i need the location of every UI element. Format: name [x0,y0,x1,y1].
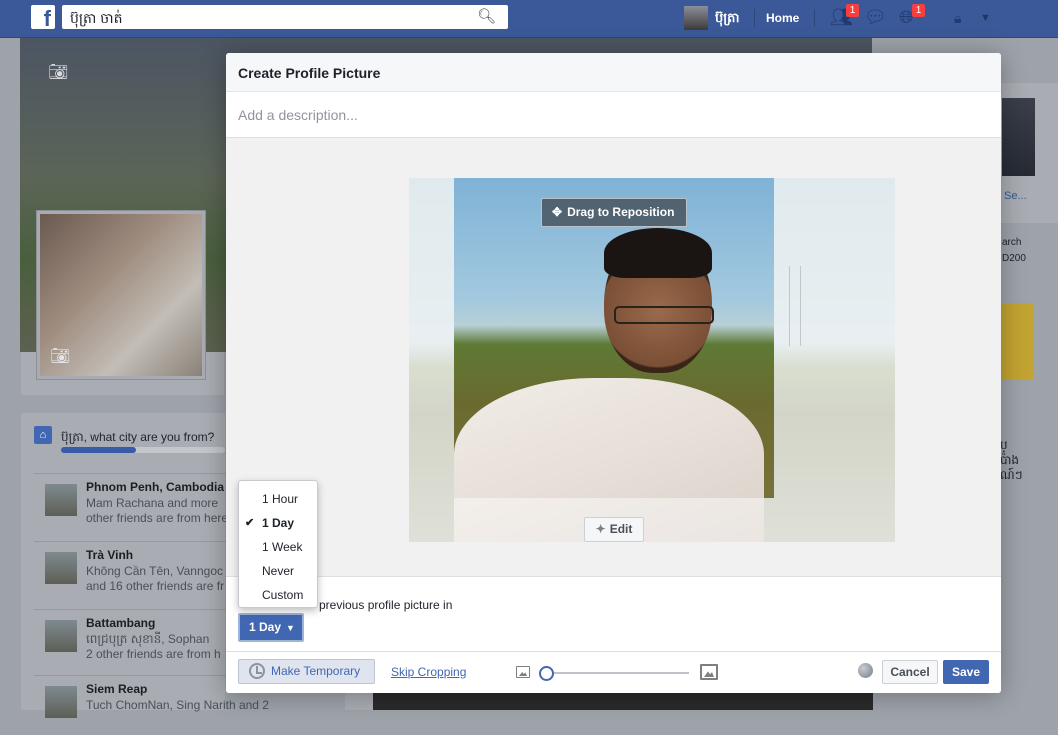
duration-option-label: 1 Week [262,540,303,554]
dialog-header: Create Profile Picture [226,53,1001,92]
city-description: Không Cần Tên, Vanngoc and 16 other frie… [86,564,224,594]
right-column-text-line: ប្ [1000,438,1008,452]
city-suggestion: Trà Vinh Không Cần Tên, Vanngoc and 16 o… [34,541,234,601]
skip-cropping-link[interactable]: Skip Cropping [391,665,466,679]
temporary-text: previous profile picture in [319,598,453,612]
suggested-person-photo [1002,98,1035,176]
duration-option-1-day[interactable]: ✔ 1 Day [239,511,317,535]
city-description: ពេជ្របុត្រ សុខានី, Sophan 2 other friend… [86,632,221,662]
dialog-footer: Make Temporary Skip Cropping Cancel Save [226,651,1001,693]
temporary-settings: previous profile picture in 1 Day ▼ [226,576,1001,651]
sponsored-ad-image [1001,303,1034,380]
city-name: Battambang [86,616,156,630]
city-description-line: Mam Rachana and more [86,496,219,510]
feed-photo [373,692,873,710]
edit-button[interactable]: ✦ Edit [584,517,644,542]
caret-down-icon: ▼ [286,623,295,633]
crop-mask-right [774,178,895,542]
right-column-text: arch D200 [1002,235,1026,267]
city-name: Siem Reap [86,682,148,696]
duration-option-custom[interactable]: Custom [239,583,317,607]
city-suggestion: Phnom Penh, Cambodia Mam Rachana and mor… [34,473,234,533]
cancel-button[interactable]: Cancel [882,660,938,684]
city-thumbnail [45,552,77,584]
facebook-logo[interactable]: f [31,5,55,29]
magic-wand-icon: ✦ [595,522,606,536]
duration-option-1-week[interactable]: 1 Week [239,535,317,559]
zoom-slider-track[interactable] [539,672,689,674]
photo-subject-hair [604,228,712,278]
duration-option-label: Never [262,564,295,578]
account-menu-chevron-icon[interactable]: ▼ [980,12,991,24]
privacy-lock-icon[interactable]: 🔒︎ [954,10,961,27]
move-arrows-icon: ✥ [552,205,563,219]
zoom-in-image-icon[interactable] [700,664,718,680]
duration-dropdown-button[interactable]: 1 Day ▼ [238,613,304,642]
cover-camera-icon: 📷︎ [48,64,69,81]
description-input[interactable] [226,92,1001,138]
messages-icon[interactable]: 💬︎ [864,7,887,28]
globe-icon[interactable] [858,663,873,678]
top-navigation-bar: f ប៊ុត្រា ចាត់ 🔍︎ ប៊ុត្រា Home 👥︎ 1 💬︎ 🌐… [0,0,1058,38]
zoom-slider-handle[interactable] [539,666,554,681]
right-column-khmer-text: ប្ ប៉ាង ណ៍ៗ [1000,438,1023,483]
suggested-person-name: Se... [1004,190,1027,202]
progress-bar [61,447,136,453]
city-suggestion: Siem Reap Tuch ChomNan, Sing Narith and … [34,675,269,735]
duration-option-label: 1 Hour [262,492,299,506]
profile-camera-icon: 📷︎ [50,348,71,365]
home-icon: ⌂ [34,426,52,444]
city-question: ប៊ុត្រា, what city are you from? [61,430,215,444]
divider [754,9,755,27]
drag-to-reposition[interactable]: ✥ Drag to Reposition [541,198,688,227]
drag-label-text: Drag to Reposition [567,205,675,219]
duration-option-1-hour[interactable]: 1 Hour [239,487,317,511]
home-link[interactable]: Home [766,11,799,25]
photo-subject-glasses [614,306,714,324]
city-description-line: ពេជ្របុត្រ សុខានី, Sophan [86,632,210,646]
duration-option-label: Custom [262,588,304,602]
city-description-line: other friends are from here [86,511,229,525]
save-button[interactable]: Save [943,660,989,684]
city-description: Tuch ChomNan, Sing Narith and 2 [86,698,269,713]
user-avatar[interactable] [684,6,708,30]
search-icon[interactable]: 🔍︎ [477,7,496,25]
right-column-text-line: arch [1002,237,1022,248]
city-thumbnail [45,620,77,652]
zoom-out-image-icon[interactable] [516,666,530,678]
checkmark-icon: ✔ [245,517,255,529]
city-description-line: Không Cần Tên, Vanngoc [86,564,223,578]
duration-label: 1 Day [249,620,282,634]
make-temporary-label: Make Temporary [271,664,361,678]
photo-preview[interactable]: ✥ Drag to Reposition ✦ Edit [409,178,895,542]
notifications-badge: 1 [912,4,925,17]
create-profile-picture-dialog: Create Profile Picture ✥ Drag to Repositi… [226,53,1001,693]
right-column-text-line: ប៉ាង [1000,453,1020,467]
right-column-text-line: ណ៍ៗ [1000,468,1023,482]
search-bar[interactable]: ប៊ុត្រា ចាត់ 🔍︎ [62,5,508,29]
dialog-title: Create Profile Picture [238,65,381,81]
city-suggestion: Battambang ពេជ្របុត្រ សុខានី, Sophan 2 o… [34,609,234,669]
clock-icon [249,663,265,679]
divider [814,9,815,27]
city-description: Mam Rachana and more other friends are f… [86,496,228,526]
edit-label: Edit [609,522,633,536]
city-name: Phnom Penh, Cambodia [86,480,225,494]
city-description-line: and 16 other friends are fr [86,579,225,593]
crop-area: ✥ Drag to Reposition ✦ Edit [226,138,1001,576]
profile-link[interactable]: ប៊ុត្រា [715,10,740,29]
city-description-line: Tuch ChomNan, Sing Narith and 2 [86,698,269,712]
search-input[interactable]: ប៊ុត្រា ចាត់ [70,9,123,30]
duration-option-label: 1 Day [262,516,295,530]
right-column-text-line: D200 [1002,253,1026,264]
city-name: Trà Vinh [86,548,134,562]
make-temporary-button[interactable]: Make Temporary [238,659,375,684]
city-thumbnail [45,484,77,516]
city-description-line: 2 other friends are from h [86,647,221,661]
duration-menu: 1 Hour ✔ 1 Day 1 Week Never Custom [238,480,318,608]
crop-mask-left [409,178,454,542]
duration-option-never[interactable]: Never [239,559,317,583]
friend-requests-badge: 1 [846,4,859,17]
city-thumbnail [45,686,77,718]
